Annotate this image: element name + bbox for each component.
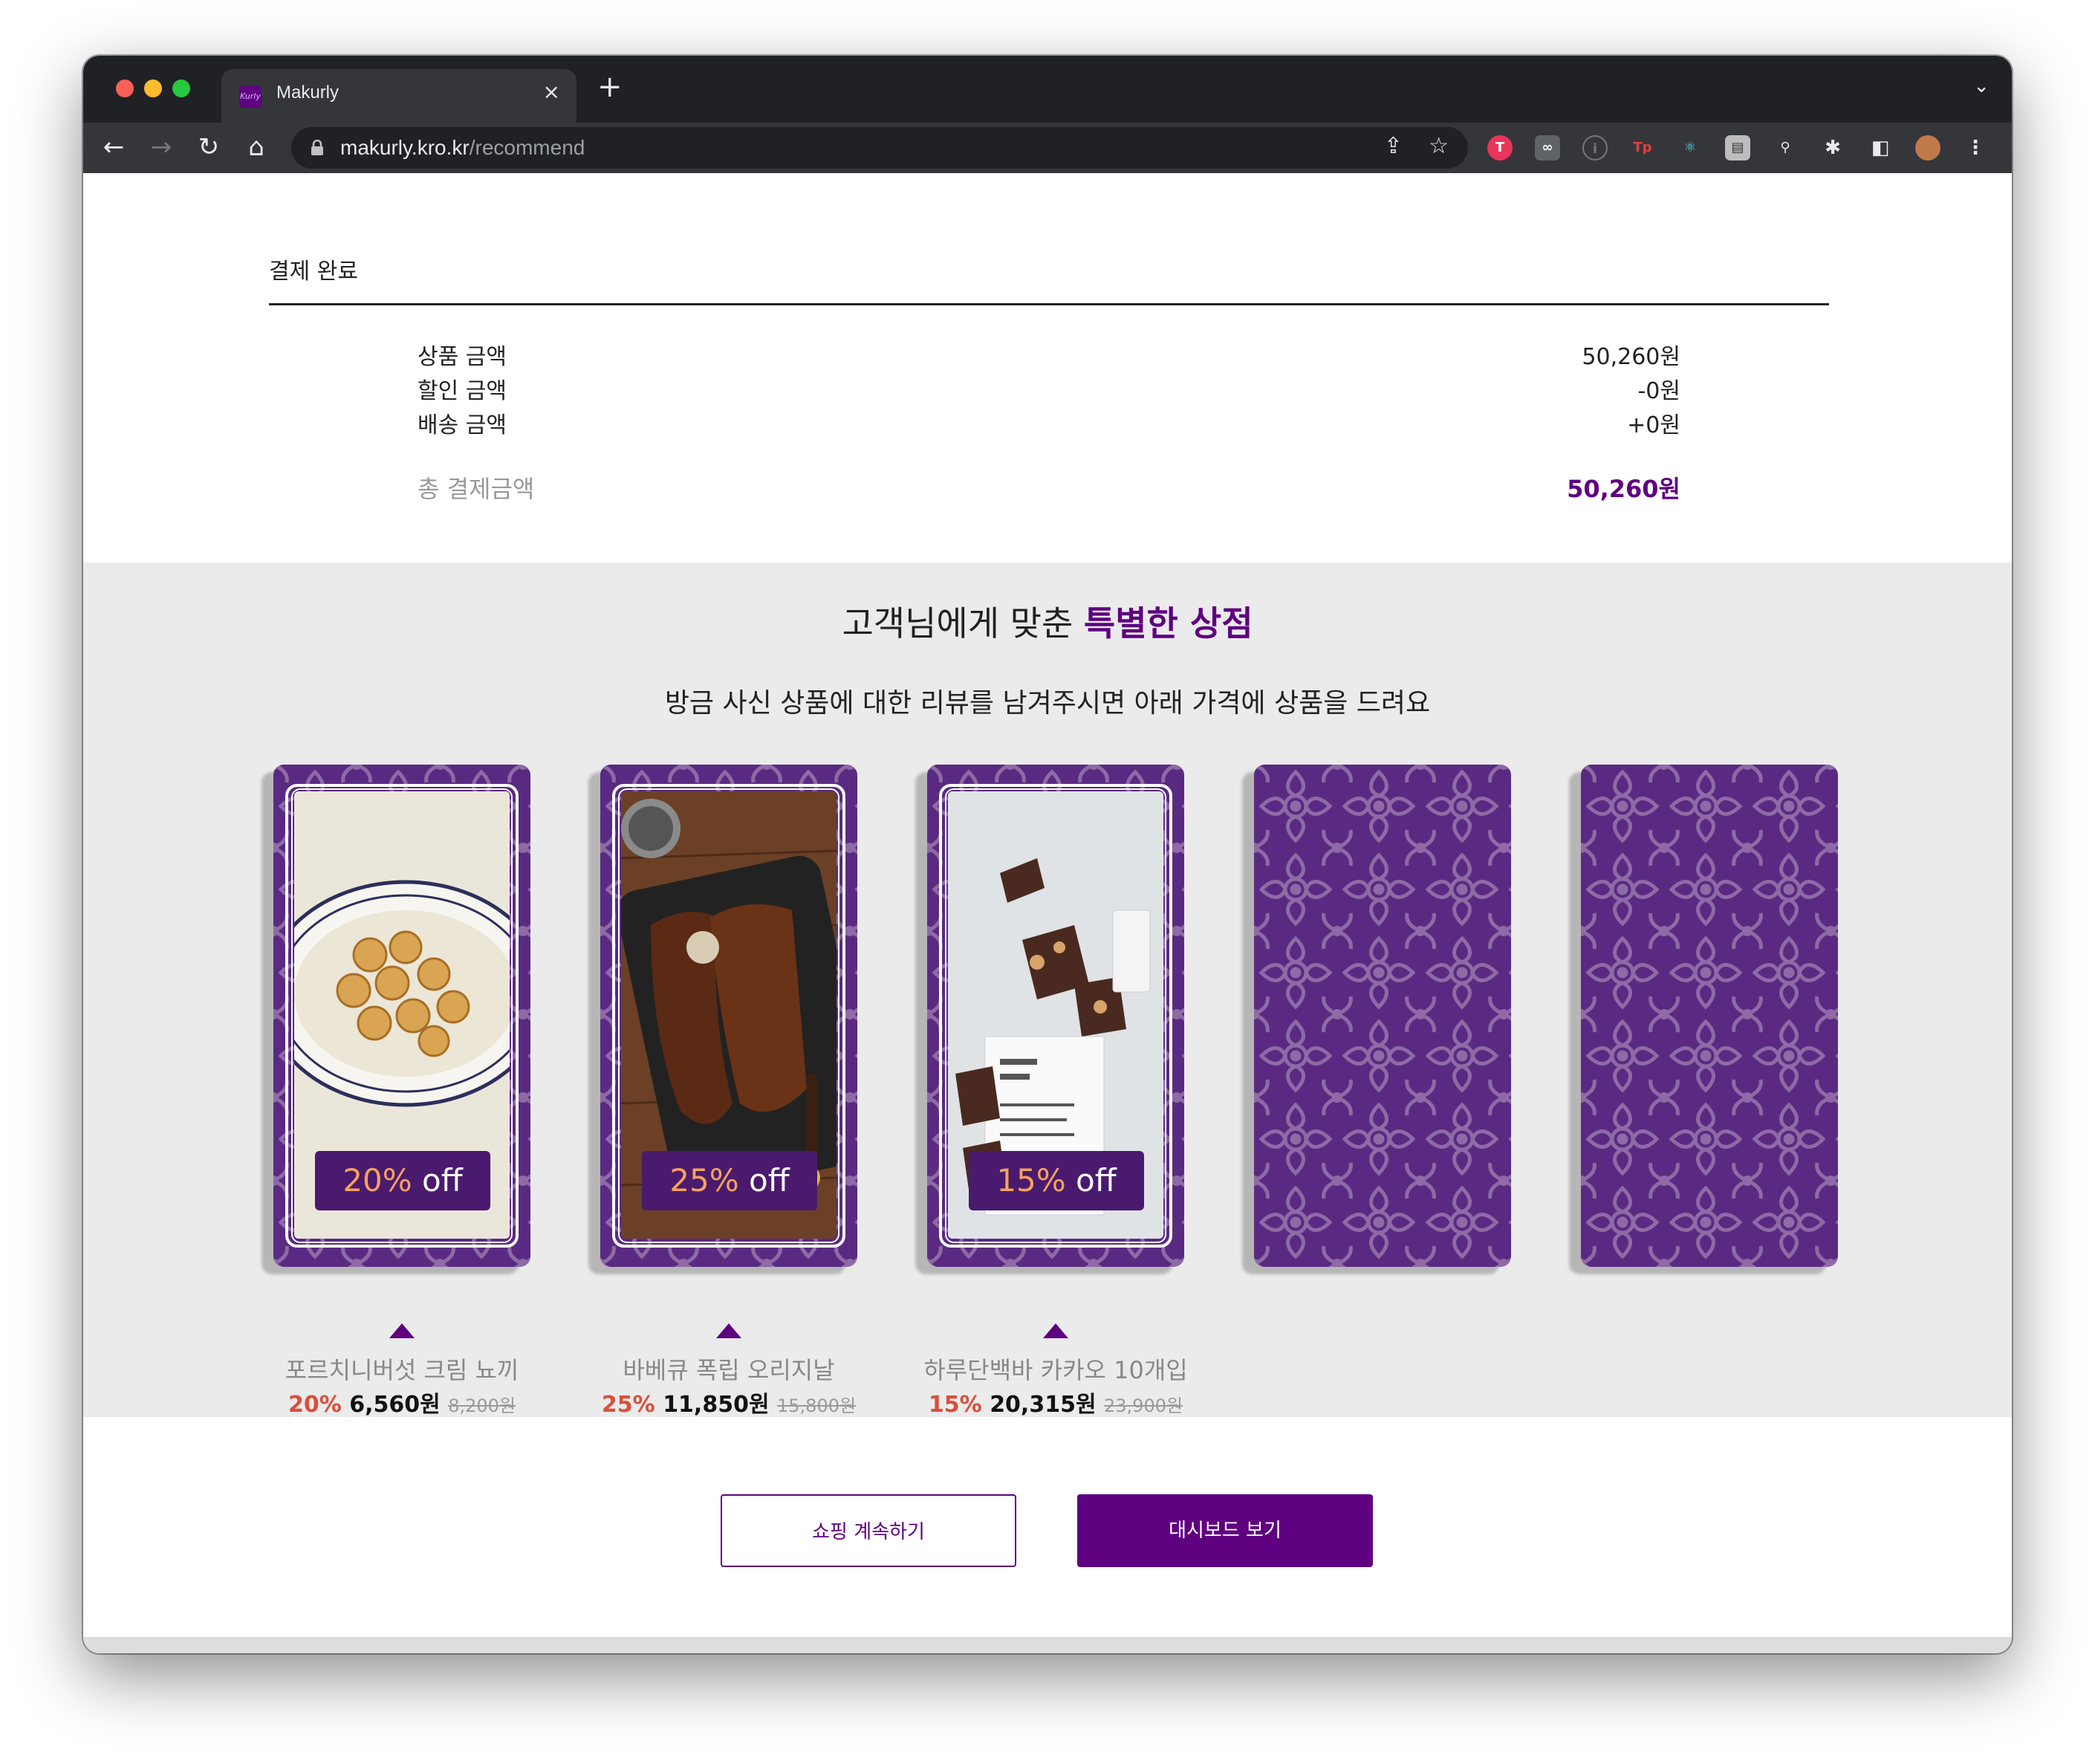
bookmark-star-icon[interactable]: ☆ <box>1429 133 1449 159</box>
view-dashboard-button[interactable]: 대시보드 보기 <box>1077 1494 1373 1567</box>
summary-label: 할인 금액 <box>418 378 507 404</box>
kurly-favicon-icon: Kurly <box>239 85 262 108</box>
caret-up-icon <box>716 1323 741 1338</box>
bottom-strip <box>83 1637 2012 1653</box>
summary-value: +0원 <box>1627 412 1680 438</box>
minimize-window-button[interactable] <box>144 80 162 97</box>
back-icon[interactable]: ← <box>97 130 131 164</box>
extension-tp-icon[interactable]: Tp <box>1630 135 1655 160</box>
product-price: 25% 11,850원 15,800원 <box>601 1392 857 1418</box>
caret-up-icon <box>389 1323 415 1338</box>
summary-label: 상품 금액 <box>418 344 507 370</box>
react-devtools-icon[interactable]: ⚛ <box>1677 135 1703 160</box>
summary-row-shipping: 배송 금액 +0원 <box>418 406 1680 439</box>
summary-row-total: 총 결제금액 50,260원 <box>418 470 1680 505</box>
discount-badge: 15% off <box>969 1151 1144 1210</box>
lock-icon <box>311 140 323 155</box>
product-price: 20% 6,560원 8,200원 <box>288 1392 516 1418</box>
total-value: 50,260원 <box>1567 475 1680 503</box>
hidden-product-card[interactable] <box>1581 765 1838 1267</box>
discount-badge: 25% off <box>642 1151 817 1210</box>
caret-up-icon <box>1043 1323 1068 1338</box>
tab-bar: Kurly Makurly × + ⌄ <box>83 56 2012 123</box>
page-content: 결제 완료 상품 금액 50,260원 할인 금액 -0원 배송 금액 +0원 … <box>83 173 2012 1653</box>
summary-value: 50,260원 <box>1582 344 1680 370</box>
browser-window: Kurly Makurly × + ⌄ ← → ↻ ⌂ makurly.kro.… <box>83 56 2012 1653</box>
summary-value: -0원 <box>1637 378 1680 404</box>
product-price: 15% 20,315원 23,900원 <box>928 1392 1183 1418</box>
extension-glasses-icon[interactable]: ∞ <box>1535 135 1560 160</box>
payment-complete-title: 결제 완료 <box>269 259 358 285</box>
reload-icon[interactable]: ↻ <box>192 130 226 164</box>
tab-search-chevron-icon[interactable]: ⌄ <box>1973 75 1990 97</box>
total-label: 총 결제금액 <box>418 475 535 503</box>
new-tab-icon[interactable]: + <box>597 72 623 102</box>
active-tab[interactable]: Kurly Makurly × <box>221 69 576 123</box>
tab-title: Makurly <box>276 82 340 103</box>
home-icon[interactable]: ⌂ <box>239 130 273 164</box>
extension-t-icon[interactable]: T <box>1487 135 1513 160</box>
recommend-title-accent: 특별한 상점 <box>1083 603 1253 643</box>
product-card[interactable]: 25% off <box>600 765 857 1267</box>
recommend-title: 고객님에게 맞춘 특별한 상점 <box>842 603 1253 643</box>
summary-label: 배송 금액 <box>418 412 507 438</box>
url-text: makurly.kro.kr/recommend <box>340 136 585 159</box>
continue-shopping-button[interactable]: 쇼핑 계속하기 <box>721 1494 1016 1567</box>
close-window-button[interactable] <box>116 80 134 97</box>
product-name: 포르치니버섯 크림 뇨끼 <box>285 1356 519 1384</box>
summary-row-product: 상품 금액 50,260원 <box>418 338 1680 371</box>
summary-divider <box>269 303 1829 305</box>
product-name: 바베큐 폭립 오리지날 <box>623 1356 835 1384</box>
product-name: 하루단백바 카카오 10개입 <box>923 1356 1188 1384</box>
extension-info-icon[interactable]: i <box>1582 135 1608 160</box>
maximize-window-button[interactable] <box>172 80 190 97</box>
summary-row-discount: 할인 금액 -0원 <box>418 372 1680 405</box>
product-card[interactable]: 15% off <box>927 765 1184 1267</box>
extension-card-icon[interactable]: ▤ <box>1725 135 1750 160</box>
recommend-section: 고객님에게 맞춘 특별한 상점 방금 사신 상품에 대한 리뷰를 남겨주시면 아… <box>83 562 2012 1418</box>
profile-avatar[interactable] <box>1915 135 1940 160</box>
discount-badge: 20% off <box>315 1151 490 1210</box>
recommend-subtitle: 방금 사신 상품에 대한 리뷰를 남겨주시면 아래 가격에 상품을 드려요 <box>664 688 1431 719</box>
product-card[interactable]: 20% off <box>273 765 530 1267</box>
extension-bike-icon[interactable]: ⚲ <box>1773 135 1798 160</box>
menu-kebab-icon[interactable]: ⋮ <box>1963 135 1988 160</box>
extensions-puzzle-icon[interactable]: ✱ <box>1820 135 1845 160</box>
hidden-product-card[interactable] <box>1254 765 1511 1267</box>
browser-toolbar: ← → ↻ ⌂ makurly.kro.kr/recommend ⇪ ☆ T ∞… <box>83 123 2012 173</box>
tab-close-icon[interactable]: × <box>543 80 560 104</box>
side-panel-icon[interactable]: ◧ <box>1868 135 1893 160</box>
share-icon[interactable]: ⇪ <box>1384 133 1403 159</box>
forward-icon[interactable]: → <box>144 130 178 164</box>
address-bar[interactable]: makurly.kro.kr/recommend ⇪ ☆ <box>291 127 1468 169</box>
